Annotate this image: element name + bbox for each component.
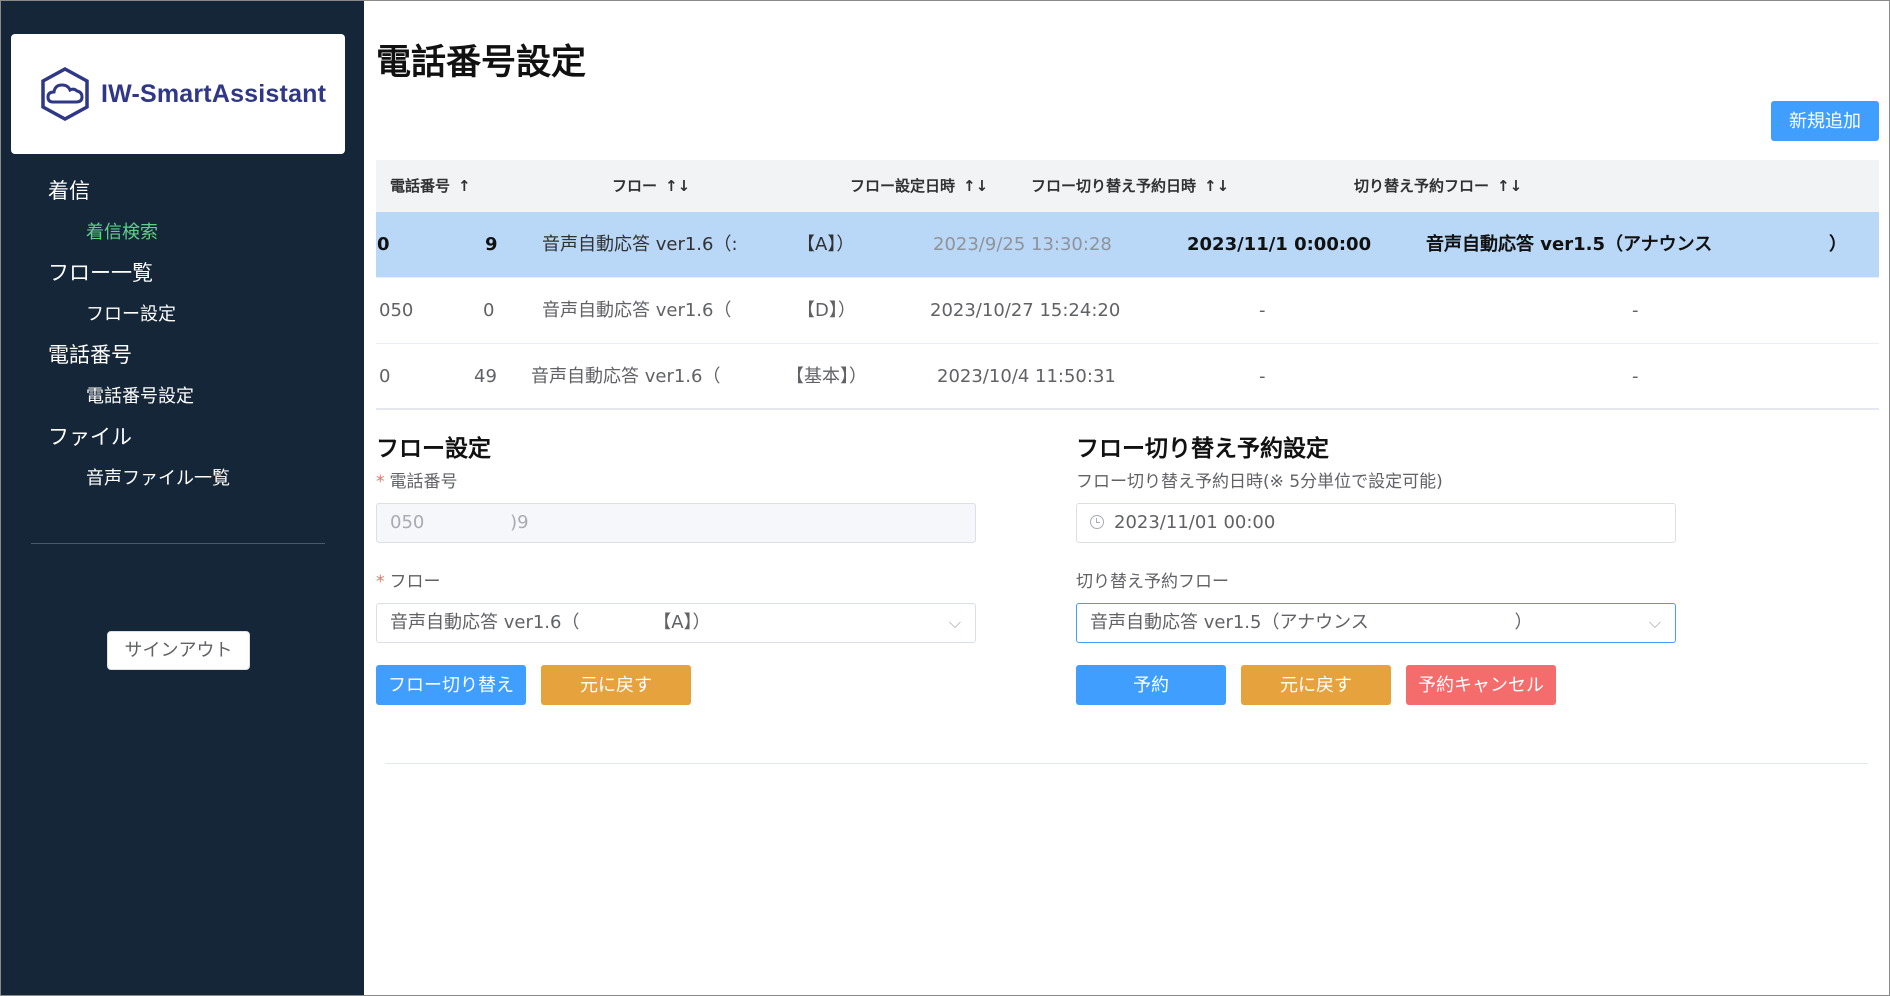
flow-cell: 音声自動応答 ver1.6（: (542, 234, 738, 255)
reserve-flow-cell: 音声自動応答 ver1.5（アナウンス (1426, 234, 1713, 255)
reserve-flow-cell: - (1632, 366, 1639, 387)
chevron-down-icon: ⌵ (948, 613, 961, 632)
reserve-at-cell: 2023/11/1 0:00:00 (1187, 234, 1372, 255)
brand-logo[interactable]: IW-SmartAssistant (11, 34, 345, 154)
phone-cell-suffix: 9 (485, 234, 498, 255)
flow-cell: 音声自動応答 ver1.6（ (531, 366, 721, 387)
table-row[interactable]: 0 49 音声自動応答 ver1.6（ 【基本】） 2023/10/4 11:5… (376, 344, 1879, 410)
add-new-button[interactable]: 新規追加 (1771, 101, 1879, 141)
reserve-datetime-picker[interactable]: 2023/11/01 00:00 (1076, 503, 1676, 543)
table-row[interactable]: 0 9 音声自動応答 ver1.6（: 【A】） 2023/9/25 13:30… (376, 212, 1879, 278)
reserve-revert-button[interactable]: 元に戻す (1241, 665, 1391, 705)
header-flow[interactable]: フロー ↑↓ (612, 160, 690, 212)
sidebar-item-phone-number[interactable]: 電話番号 (1, 335, 364, 376)
reserve-settings-title: フロー切り替え予約設定 (1076, 436, 1329, 462)
phone-number-input[interactable]: 050 )9 (376, 503, 976, 543)
reserve-at-cell: - (1259, 366, 1266, 387)
select-value: 音声自動応答 ver1.6（ (390, 612, 580, 633)
flow-revert-button[interactable]: 元に戻す (541, 665, 691, 705)
flow-switch-button[interactable]: フロー切り替え (376, 665, 526, 705)
header-label: フロー (612, 177, 658, 195)
sidebar: IW-SmartAssistant 着信 着信検索 フロー一覧 フロー設定 電話… (1, 1, 364, 995)
main-content: 電話番号設定 新規追加 電話番号 ↑ フロー ↑↓ フロー設定日時 ↑↓ フロー切り替… (365, 1, 1889, 995)
header-label: フロー設定日時 (850, 177, 956, 195)
header-label: フロー切り替え予約日時 (1031, 177, 1197, 195)
phone-cell-suffix: 49 (474, 366, 497, 387)
chevron-down-icon: ⌵ (1648, 613, 1661, 632)
reserve-flow-label: 切り替え予約フロー (1076, 572, 1229, 592)
sidebar-item-phone-settings[interactable]: 電話番号設定 (1, 376, 364, 417)
sidebar-item-audio-files[interactable]: 音声ファイル一覧 (1, 458, 364, 499)
input-value-suffix: )9 (510, 512, 529, 533)
header-label: 切り替え予約フロー (1354, 177, 1490, 195)
flow-cell-suffix: 【基本】） (786, 366, 867, 387)
flow-cell-suffix: 【A】） (797, 234, 855, 255)
brand-name: IW-SmartAssistant (101, 79, 327, 108)
sidebar-item-flow-list[interactable]: フロー一覧 (1, 253, 364, 294)
flow-cell-suffix: 【D】） (797, 300, 856, 321)
select-value-suffix: ） (1514, 612, 1533, 633)
reserve-button[interactable]: 予約 (1076, 665, 1226, 705)
reserve-flow-cell-suffix: ） (1829, 234, 1847, 255)
label-text: 電話番号 (389, 472, 458, 492)
clock-icon (1090, 515, 1104, 529)
reserve-cancel-button[interactable]: 予約キャンセル (1406, 665, 1556, 705)
cloud-hexagon-icon (41, 67, 89, 121)
sidebar-item-flow-settings[interactable]: フロー設定 (1, 294, 364, 335)
picker-value: 2023/11/01 00:00 (1114, 512, 1276, 533)
header-flow-set-at[interactable]: フロー設定日時 ↑↓ (850, 160, 988, 212)
table-divider (376, 408, 1879, 410)
reserve-flow-select[interactable]: 音声自動応答 ver1.5（アナウンス ） ⌵ (1076, 603, 1676, 643)
sort-icon: ↑↓ (665, 177, 691, 195)
set-at-cell: 2023/10/4 11:50:31 (937, 366, 1116, 387)
required-mark: * (376, 572, 385, 592)
reserve-datetime-label: フロー切り替え予約日時(※ 5分単位で設定可能) (1076, 472, 1443, 492)
header-reserve-flow[interactable]: 切り替え予約フロー ↑↓ (1354, 160, 1522, 212)
reserve-flow-cell: - (1632, 300, 1639, 321)
sidebar-item-incoming-search[interactable]: 着信検索 (1, 212, 364, 253)
label-text: フロー (389, 572, 441, 592)
sort-icon: ↑ (458, 177, 471, 195)
flow-select[interactable]: 音声自動応答 ver1.6（ 【A】） ⌵ (376, 603, 976, 643)
header-label: 電話番号 (390, 177, 451, 195)
table-header: 電話番号 ↑ フロー ↑↓ フロー設定日時 ↑↓ フロー切り替え予約日時 ↑↓ 切り替え… (376, 160, 1879, 212)
signout-button[interactable]: サインアウト (107, 631, 250, 670)
set-at-cell: 2023/10/27 15:24:20 (930, 300, 1121, 321)
content-divider (385, 763, 1868, 764)
header-reserve-at[interactable]: フロー切り替え予約日時 ↑↓ (1031, 160, 1229, 212)
reserve-at-cell: - (1259, 300, 1266, 321)
set-at-cell: 2023/9/25 13:30:28 (933, 234, 1112, 255)
flow-label: * フロー (376, 567, 441, 592)
sidebar-item-incoming[interactable]: 着信 (1, 171, 364, 212)
phone-number-label: * 電話番号 (376, 467, 458, 492)
phone-cell-suffix: 0 (483, 300, 495, 321)
header-phone[interactable]: 電話番号 ↑ (390, 160, 471, 212)
table-row[interactable]: 050 0 音声自動応答 ver1.6（ 【D】） 2023/10/27 15:… (376, 278, 1879, 344)
phone-cell: 0 (379, 366, 391, 387)
sidebar-item-file[interactable]: ファイル (1, 417, 364, 458)
sidebar-divider (31, 543, 325, 544)
select-value-suffix: 【A】） (653, 612, 711, 633)
input-value: 050 (390, 512, 425, 533)
sort-icon: ↑↓ (1204, 177, 1230, 195)
select-value: 音声自動応答 ver1.5（アナウンス (1090, 612, 1369, 633)
required-mark: * (376, 472, 385, 492)
phone-cell: 050 (379, 300, 414, 321)
sidebar-nav: 着信 着信検索 フロー一覧 フロー設定 電話番号 電話番号設定 ファイル 音声フ… (1, 171, 364, 499)
sort-icon: ↑↓ (1497, 177, 1523, 195)
flow-settings-title: フロー設定 (376, 436, 491, 462)
phone-table: 電話番号 ↑ フロー ↑↓ フロー設定日時 ↑↓ フロー切り替え予約日時 ↑↓ 切り替え… (376, 160, 1879, 410)
phone-cell: 0 (377, 234, 390, 255)
page-title: 電話番号設定 (376, 43, 587, 83)
flow-cell: 音声自動応答 ver1.6（ (542, 300, 732, 321)
sort-icon: ↑↓ (963, 177, 989, 195)
